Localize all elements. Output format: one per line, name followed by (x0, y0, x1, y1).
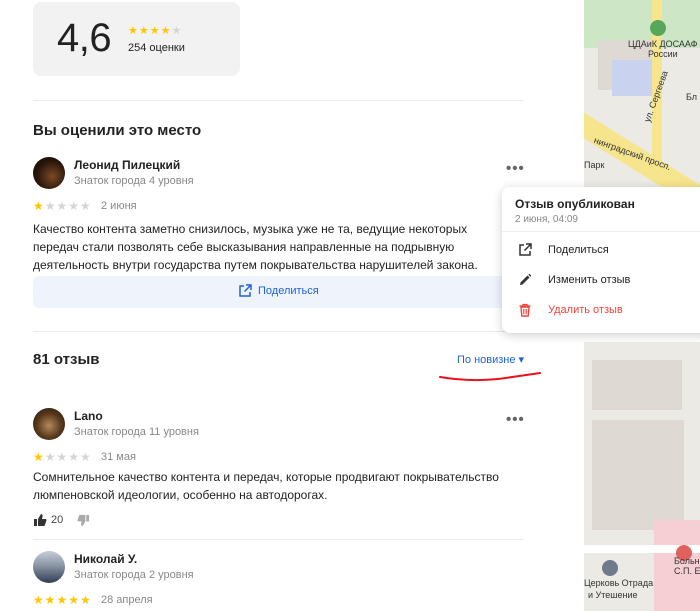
rating-summary-card: 4,6 ★★★★★ 254 оценки (33, 2, 240, 76)
share-icon (519, 243, 532, 256)
thumbs-up-icon[interactable] (33, 513, 47, 527)
share-icon (239, 284, 252, 297)
review-text: Качество контента заметно снизилось, муз… (33, 222, 478, 272)
more-options-button[interactable]: ••• (506, 160, 525, 177)
rating-value: 4,6 (57, 16, 112, 60)
review-text: Сомнительное качество контента и передач… (33, 470, 499, 502)
pencil-icon (520, 273, 532, 285)
menu-item-share[interactable]: Поделиться (502, 237, 700, 265)
menu-item-label: Удалить отзыв (548, 304, 623, 316)
star-empty: ★★★★ (44, 450, 92, 464)
share-label: Поделиться (258, 285, 319, 297)
thumbs-down-icon[interactable] (77, 514, 90, 527)
divider (33, 539, 524, 540)
map-label: Церковь Отрада (584, 578, 654, 588)
poi-dosaaf-icon[interactable] (650, 20, 666, 36)
star-filled: ★ (33, 450, 45, 464)
menu-item-edit[interactable]: Изменить отзыв (502, 267, 700, 295)
avatar[interactable] (33, 551, 65, 583)
star-empty: ★★★★ (44, 199, 92, 213)
rating-count: 254 оценки (128, 42, 185, 54)
avatar[interactable] (33, 408, 65, 440)
popup-subtitle: 2 июня, 04:09 (515, 214, 578, 225)
map-label: и Утешение (588, 590, 638, 600)
map-label: ЦДАиК ДОСААФ (628, 39, 698, 49)
divider (502, 231, 700, 232)
map-label: Парк (584, 160, 605, 170)
like-count: 20 (51, 514, 64, 526)
map-label: России (648, 49, 678, 59)
review-stars: ★★★★★ (33, 593, 92, 607)
underline-annotation (439, 372, 541, 382)
rating-stars: ★★★★★ (128, 24, 182, 37)
more-options-button[interactable]: ••• (506, 411, 525, 428)
reviews-count: 81 отзыв (33, 351, 100, 368)
review-author[interactable]: Lano (74, 409, 103, 423)
map-label: Больн (674, 556, 700, 566)
menu-item-label: Поделиться (548, 244, 609, 256)
share-button[interactable]: Поделиться (33, 276, 524, 308)
divider (33, 100, 524, 101)
menu-item-delete[interactable]: Удалить отзыв (502, 297, 700, 325)
review-options-popup: Отзыв опубликован 2 июня, 04:09 Поделить… (502, 187, 700, 333)
map-label: Бл (686, 92, 698, 102)
avatar[interactable] (33, 157, 65, 189)
review-author-level: Знаток города 4 уровня (74, 175, 194, 187)
review-date: 31 мая (101, 451, 136, 463)
review-author[interactable]: Леонид Пилецкий (74, 158, 180, 172)
review-author-level: Знаток города 2 уровня (74, 569, 194, 581)
rating-stars-full: ★★★★ (128, 25, 172, 37)
review-author-level: Знаток города 11 уровня (74, 426, 199, 438)
review-date: 2 июня (101, 200, 137, 212)
map-label: С.П. Е (674, 566, 700, 576)
star-filled: ★ (33, 199, 45, 213)
sort-dropdown[interactable]: По новизне ▾ (457, 353, 524, 366)
rating-stars-partial: ★ (171, 25, 183, 37)
review-stars: ★★★★★ (33, 199, 92, 213)
review-author[interactable]: Николай У. (74, 552, 137, 566)
star-filled: ★★★★★ (33, 593, 92, 607)
divider (33, 331, 524, 332)
review-stars: ★★★★★ (33, 450, 92, 464)
poi-church-icon[interactable] (602, 560, 618, 576)
trash-icon (519, 303, 531, 317)
my-review-heading: Вы оценили это место (33, 122, 202, 139)
popup-title: Отзыв опубликован (515, 197, 635, 211)
menu-item-label: Изменить отзыв (548, 274, 631, 286)
reviews-panel: 4,6 ★★★★★ 254 оценки Вы оценили это мест… (0, 0, 560, 611)
review-date: 28 апреля (101, 594, 153, 606)
